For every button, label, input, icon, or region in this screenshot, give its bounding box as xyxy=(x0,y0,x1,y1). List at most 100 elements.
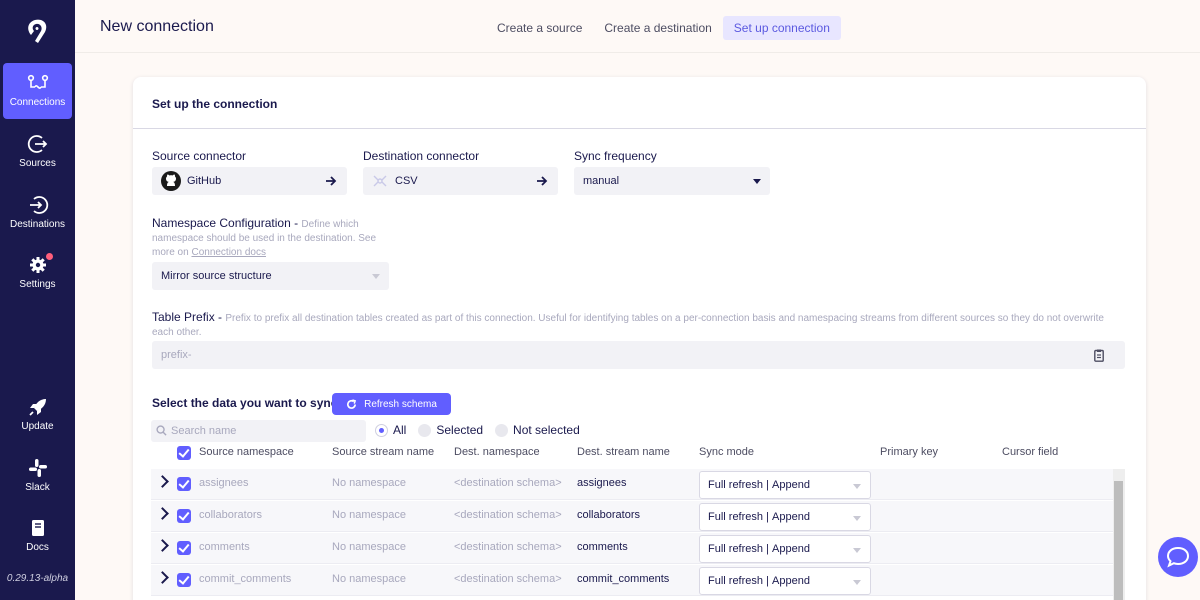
stream-name: comments xyxy=(199,541,250,553)
refresh-schema-button[interactable]: Refresh schema xyxy=(332,393,451,415)
step-indicator: Create a source Create a destination Set… xyxy=(486,16,841,40)
namespace-config-value: Mirror source structure xyxy=(161,270,272,282)
stream-name: commit_comments xyxy=(199,573,292,585)
sidebar-item-label: Connections xyxy=(9,97,66,108)
page-title: New connection xyxy=(100,18,214,35)
chevron-down-icon xyxy=(853,484,861,489)
sidebar-item-label: Destinations xyxy=(9,219,66,230)
step-create-source[interactable]: Create a source xyxy=(486,16,593,40)
connection-docs-link[interactable]: Connection docs xyxy=(191,247,266,258)
stream-filter: All Selected Not selected xyxy=(375,423,592,437)
destination-connector-field[interactable]: CSV xyxy=(363,167,558,195)
dest-stream-name[interactable]: collaborators xyxy=(577,509,640,521)
filter-all-radio[interactable] xyxy=(375,423,388,437)
chevron-right-icon[interactable] xyxy=(156,539,169,552)
airbyte-logo[interactable] xyxy=(23,16,53,46)
destination-connector-label: Destination connector xyxy=(363,149,480,163)
slack-icon xyxy=(28,459,47,477)
column-header-source-stream: Source stream name xyxy=(332,446,435,458)
source-connector-value: GitHub xyxy=(187,175,222,187)
search-icon xyxy=(156,425,167,436)
sync-mode-separator: | xyxy=(766,543,769,555)
search-input[interactable]: Search name xyxy=(151,420,366,442)
chevron-down-icon xyxy=(853,548,861,553)
sidebar-item-label: Docs xyxy=(26,542,49,553)
step-setup-connection[interactable]: Set up connection xyxy=(722,16,841,40)
sidebar-item-settings[interactable]: Settings xyxy=(3,245,72,301)
sidebar-item-update[interactable]: Update xyxy=(3,387,72,443)
table-prefix-placeholder: prefix- xyxy=(161,349,192,361)
sync-mode-select[interactable]: Full refresh | Append xyxy=(699,503,871,531)
dest-stream-name[interactable]: comments xyxy=(577,541,628,553)
sync-mode-source: Full refresh xyxy=(708,511,764,523)
sidebar-item-label: Settings xyxy=(19,279,56,290)
table-prefix-hint: Prefix to prefix all destination tables … xyxy=(152,313,1104,338)
scrollbar-thumb[interactable] xyxy=(1114,481,1123,600)
sources-icon xyxy=(27,135,47,153)
stream-name: collaborators xyxy=(199,509,262,521)
chat-button[interactable] xyxy=(1158,537,1198,577)
connection-setup-card: Set up the connection Source connector G… xyxy=(133,77,1146,600)
sidebar-item-docs[interactable]: Docs xyxy=(3,508,72,564)
sync-frequency-label: Sync frequency xyxy=(574,149,657,163)
filter-all-label: All xyxy=(393,423,407,437)
sync-mode-destination: Append xyxy=(772,511,810,523)
chevron-right-icon[interactable] xyxy=(156,475,169,488)
sidebar-item-label: Update xyxy=(21,421,54,432)
csv-icon xyxy=(373,175,387,187)
sidebar-item-label: Sources xyxy=(19,158,56,169)
table-scrollbar[interactable] xyxy=(1113,469,1125,600)
table-row: commit_comments No namespace <destinatio… xyxy=(151,565,1113,596)
sync-frequency-select[interactable]: manual xyxy=(574,167,770,195)
sync-mode-select[interactable]: Full refresh | Append xyxy=(699,535,871,563)
sidebar-item-destinations[interactable]: Destinations xyxy=(3,185,72,241)
rocket-icon xyxy=(28,399,46,416)
chevron-down-icon xyxy=(753,179,761,184)
sync-mode-source: Full refresh xyxy=(708,575,764,587)
sidebar-item-slack[interactable]: Slack xyxy=(3,448,72,504)
search-placeholder: Search name xyxy=(171,425,237,437)
source-namespace: No namespace xyxy=(332,477,406,489)
row-checkbox[interactable] xyxy=(177,477,191,491)
select-all-checkbox[interactable] xyxy=(177,446,191,460)
column-header-dest-namespace: Dest. namespace xyxy=(454,446,540,458)
source-connector-field[interactable]: GitHub xyxy=(152,167,347,195)
chevron-right-icon[interactable] xyxy=(156,507,169,520)
refresh-schema-label: Refresh schema xyxy=(364,398,437,410)
book-icon xyxy=(31,520,44,536)
sync-mode-separator: | xyxy=(766,511,769,523)
sync-mode-destination: Append xyxy=(772,479,810,491)
chevron-right-icon[interactable] xyxy=(156,571,169,584)
clipboard-icon[interactable] xyxy=(1094,349,1104,362)
arrow-right-icon[interactable] xyxy=(325,175,337,187)
table-prefix-input[interactable]: prefix- xyxy=(152,341,1125,369)
filter-selected-radio[interactable] xyxy=(418,423,432,437)
dest-namespace: <destination schema> xyxy=(454,541,562,553)
sidebar-item-label: Slack xyxy=(25,482,50,493)
chat-icon xyxy=(1166,546,1190,568)
namespace-config-select[interactable]: Mirror source structure xyxy=(152,262,389,290)
sync-mode-select[interactable]: Full refresh | Append xyxy=(699,567,871,595)
sidebar-item-connections[interactable]: Connections xyxy=(3,63,72,119)
arrow-right-icon[interactable] xyxy=(536,175,548,187)
dest-namespace: <destination schema> xyxy=(454,477,562,489)
source-namespace: No namespace xyxy=(332,541,406,553)
row-checkbox[interactable] xyxy=(177,541,191,555)
row-checkbox[interactable] xyxy=(177,509,191,523)
page-header: New connection Create a source Create a … xyxy=(75,0,1200,53)
dest-stream-name[interactable]: assignees xyxy=(577,477,627,489)
sidebar: Connections Sources Destinations Setting… xyxy=(0,0,75,600)
connections-icon xyxy=(27,74,48,89)
sidebar-item-sources[interactable]: Sources xyxy=(3,124,72,180)
row-checkbox[interactable] xyxy=(177,573,191,587)
dest-stream-name[interactable]: commit_comments xyxy=(577,573,669,585)
step-create-destination[interactable]: Create a destination xyxy=(593,16,722,40)
notification-dot xyxy=(46,253,53,260)
source-connector-label: Source connector xyxy=(152,149,247,163)
dest-namespace: <destination schema> xyxy=(454,509,562,521)
sync-mode-destination: Append xyxy=(772,543,810,555)
sync-mode-select[interactable]: Full refresh | Append xyxy=(699,471,871,499)
filter-not-selected-radio[interactable] xyxy=(495,423,509,437)
chevron-down-icon xyxy=(372,274,380,279)
refresh-icon xyxy=(347,398,357,409)
